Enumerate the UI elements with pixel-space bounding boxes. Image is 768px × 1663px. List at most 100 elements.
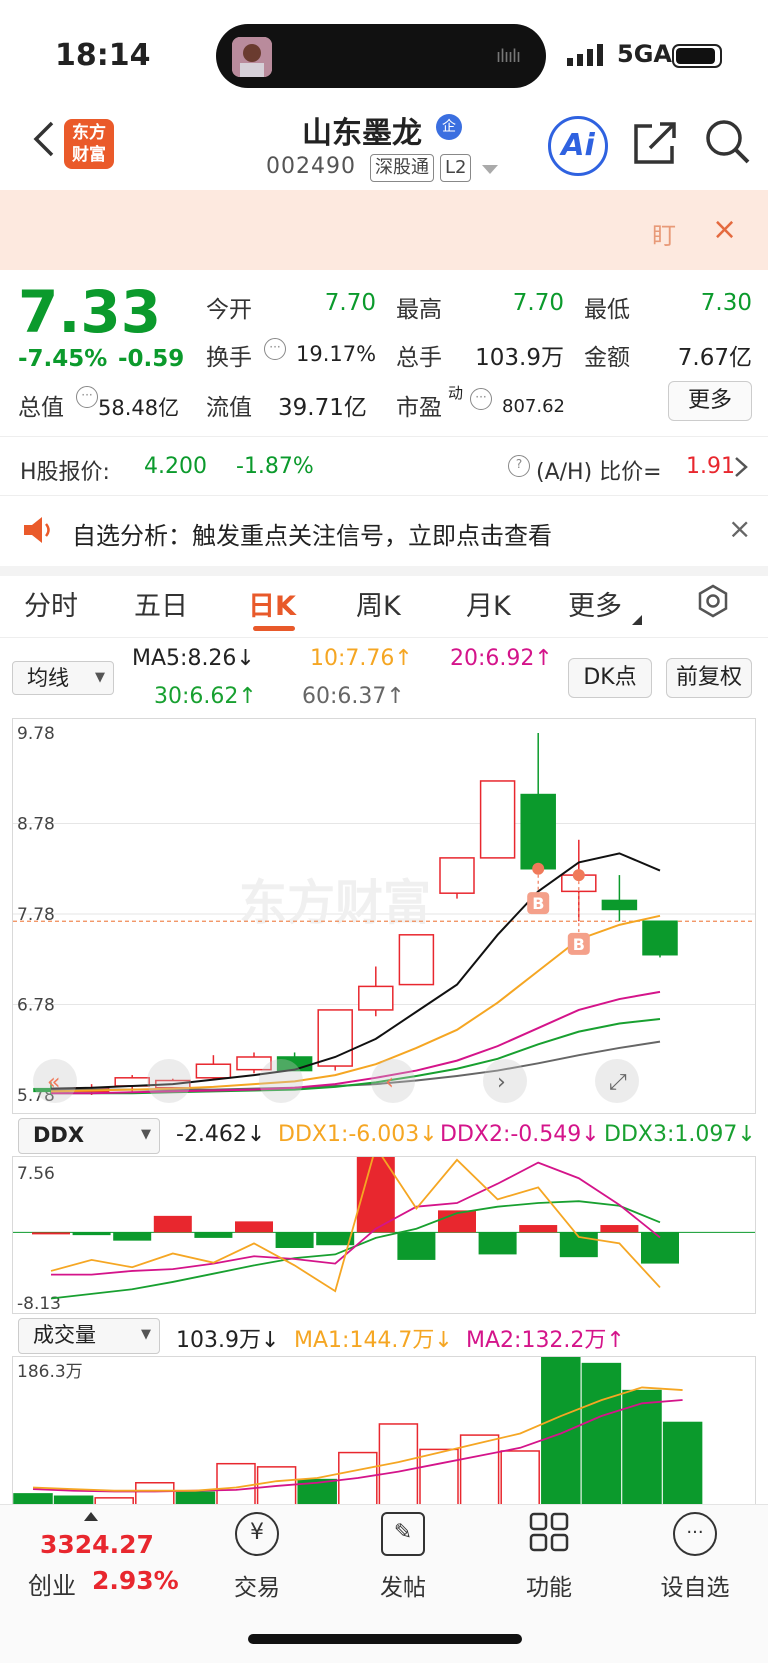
ddx-y-bottom: -8.13: [17, 1294, 61, 1313]
candle-body: [358, 985, 394, 1011]
change-amount: -0.59: [118, 346, 185, 372]
candle-body: [398, 934, 435, 986]
notice-text: 自选分析：触发重点关注信号，立即点击查看: [72, 522, 552, 550]
more-icon: ···: [673, 1512, 717, 1556]
candle-body: [195, 1063, 232, 1079]
banner-text: 盯: [652, 222, 676, 250]
selector-caret-icon: ▼: [95, 670, 105, 685]
notice-close-button[interactable]: ×: [728, 512, 751, 545]
signal-icon: [567, 44, 611, 70]
candle-body: [520, 793, 556, 870]
nav-post[interactable]: ✎ 发帖: [348, 1512, 458, 1602]
index-up-caret-icon: [84, 1506, 98, 1525]
chart-control-icon: ‹: [385, 1070, 394, 1095]
nav-functions-label: 功能: [526, 1575, 572, 1601]
buy-marker-label: B: [532, 894, 544, 913]
market-cap-value: 58.48亿: [98, 396, 180, 420]
change-percent: -7.45%: [18, 346, 108, 372]
ai-button[interactable]: Ai: [548, 116, 608, 176]
ddx2-readout: DDX2:-0.549↓: [440, 1122, 600, 1147]
pe-info-icon[interactable]: ···: [470, 388, 492, 410]
ddx-selector[interactable]: DDX ▼: [18, 1118, 160, 1154]
chart-control-icon: «: [47, 1070, 60, 1095]
tab-daily-k[interactable]: 日K: [248, 584, 296, 623]
market-cap-label: 总值: [18, 395, 64, 421]
back-button[interactable]: [32, 120, 56, 166]
candle-body: [439, 857, 475, 894]
volume-y-top: 186.3万: [17, 1362, 83, 1382]
y-axis-label: 9.78: [17, 724, 55, 744]
share-icon[interactable]: [632, 120, 678, 170]
index-label: 创业: [28, 1572, 76, 1600]
more-quote-button[interactable]: 更多: [668, 381, 752, 421]
ddx-bar: [600, 1225, 639, 1233]
volume-bar: [216, 1462, 256, 1506]
ddx-bar: [194, 1232, 233, 1238]
tab-five-day[interactable]: 五日: [134, 584, 188, 623]
index-value[interactable]: 3324.27: [40, 1530, 154, 1559]
ddx-y-top: 7.56: [17, 1164, 55, 1184]
indicator-selector-label: 均线: [27, 666, 69, 690]
market-cap-info-icon[interactable]: ···: [76, 386, 98, 408]
ddx-bar: [113, 1232, 152, 1241]
dropdown-caret-icon[interactable]: [482, 160, 498, 179]
chart-control-button: [147, 1059, 191, 1103]
dk-point-button[interactable]: DK点: [568, 658, 652, 698]
tab-intraday[interactable]: 分时: [24, 584, 78, 623]
ddx-bar: [478, 1232, 517, 1255]
chart-control-button: [259, 1059, 303, 1103]
ah-info-icon[interactable]: ?: [508, 455, 530, 477]
last-price: 7.33: [18, 278, 162, 346]
ma5-readout: MA5:8.26↓: [132, 646, 255, 671]
tabs-divider: [0, 637, 768, 638]
logo-text-1: 东方: [72, 123, 106, 143]
ddx-chart: 7.56 -8.13: [13, 1140, 755, 1314]
nav-add-watchlist[interactable]: ··· 设自选: [640, 1512, 750, 1602]
low-label: 最低: [584, 297, 630, 323]
volume-selector[interactable]: 成交量 ▼: [18, 1318, 160, 1354]
speaker-icon: [22, 516, 52, 548]
amount-label: 金额: [584, 345, 630, 371]
volume-bar: [662, 1421, 703, 1506]
logo-text-2: 财富: [72, 145, 106, 165]
tab-monthly-k[interactable]: 月K: [466, 584, 511, 623]
indicator-selector[interactable]: 均线 ▼: [12, 661, 114, 695]
search-icon[interactable]: [704, 118, 752, 170]
home-indicator: [248, 1634, 522, 1644]
volume-value: 103.9万: [475, 345, 564, 371]
turnover-info-icon[interactable]: ···: [264, 338, 286, 360]
ddx3-readout: DDX3:1.097↓: [604, 1122, 756, 1147]
section-divider: [0, 566, 768, 576]
chevron-right-icon[interactable]: [734, 456, 748, 482]
amount-value: 7.67亿: [677, 345, 752, 371]
ma30-readout: 30:6.62↑: [154, 684, 257, 709]
chart-control-icon: ⤢: [609, 1070, 627, 1095]
grid-icon: [527, 1512, 571, 1556]
stock-code: 002490: [266, 154, 356, 179]
ddx-bar: [397, 1232, 436, 1260]
tab-weekly-k[interactable]: 周K: [356, 584, 401, 623]
ddx-panel[interactable]: 7.56 -8.13: [12, 1140, 756, 1314]
pe-value: 807.62: [502, 396, 565, 417]
float-cap-label: 流值: [206, 395, 252, 421]
h-share-price: 4.200: [144, 454, 207, 479]
yen-icon: ¥: [235, 1512, 279, 1556]
low-value: 7.30: [700, 290, 752, 316]
volume-bar: [419, 1448, 459, 1506]
kline-panel[interactable]: 9.78 8.78 7.78 6.78 5.78 东方财富 B B «‹ › ⤢: [12, 718, 756, 1114]
tab-more[interactable]: 更多: [568, 584, 622, 623]
nav-trade[interactable]: ¥ 交易: [202, 1512, 312, 1602]
nav-functions[interactable]: 功能: [494, 1512, 604, 1602]
turnover-label: 换手: [206, 345, 252, 371]
vol-ma1-readout: MA1:144.7万↓: [294, 1328, 453, 1353]
volume-readout: 103.9万↓: [176, 1328, 280, 1353]
volume-chart: 186.3万: [13, 1356, 703, 1506]
volume-bar: [500, 1450, 540, 1506]
ddx-bar: [32, 1232, 70, 1235]
pe-type: 动: [448, 384, 464, 402]
settings-gear-icon[interactable]: [696, 584, 730, 622]
banner-close-button[interactable]: ×: [712, 212, 737, 247]
pe-label: 市盈: [396, 395, 442, 421]
volume-panel[interactable]: 186.3万: [12, 1356, 756, 1506]
price-adjust-button[interactable]: 前复权: [666, 658, 752, 698]
